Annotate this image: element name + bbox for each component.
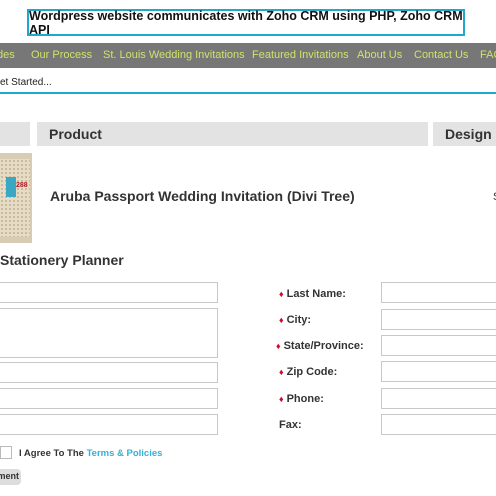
terms-agreement: I Agree To The Terms & Policies [19,448,162,459]
fax-field[interactable] [381,414,496,435]
main-nav: des Our Process St. Louis Wedding Invita… [0,43,496,68]
last-name-label: ♦ Last Name: [279,288,346,300]
table-header-design: Design F [433,122,496,146]
breadcrumb: et Started... [0,68,496,94]
address-line-2-field[interactable] [0,362,218,383]
required-marker: ♦ [276,341,281,351]
required-marker: ♦ [279,289,284,299]
city-label-text: City: [286,314,312,326]
zip-label: ♦ Zip Code: [279,366,337,378]
product-name: Aruba Passport Wedding Invitation (Divi … [50,188,355,204]
nav-item-featured-invitations[interactable]: Featured Invitations [252,49,349,61]
banner-title: Wordpress website communicates with Zoho… [29,8,463,37]
state-label-text: State/Province: [283,340,364,352]
phone-field[interactable] [381,388,496,409]
submit-button-label: ment [0,471,19,481]
thumbnail-number: 288 [16,182,28,189]
table-header-product: Product [37,122,428,146]
required-marker: ♦ [279,315,284,325]
passport-stamp-graphic [6,177,16,197]
terms-policies-link[interactable]: Terms & Policies [87,448,163,459]
last-name-label-text: Last Name: [286,288,346,300]
nav-item-contact-us[interactable]: Contact Us [414,49,468,61]
submit-button[interactable]: ment [0,469,21,485]
form-section-title: Stationery Planner [0,252,124,268]
fax-label: Fax: [279,419,302,431]
nav-item-about-us[interactable]: About Us [357,49,402,61]
email-field[interactable] [0,414,218,435]
product-thumbnail[interactable]: 288 [0,153,32,243]
required-marker: ♦ [279,394,284,404]
table-header-design-label: Design F [445,126,496,142]
nav-item-guides[interactable]: des [0,49,15,61]
last-name-field[interactable] [381,282,496,303]
table-header-product-label: Product [49,126,102,142]
country-field[interactable] [0,388,218,409]
nav-item-st-louis-wedding-invitations[interactable]: St. Louis Wedding Invitations [103,49,245,61]
nav-item-our-process[interactable]: Our Process [31,49,92,61]
breadcrumb-text: et Started... [0,77,52,88]
nav-item-faq[interactable]: FAQ [480,49,496,61]
zip-field[interactable] [381,361,496,382]
terms-agreement-text: I Agree To The [19,448,87,459]
address-field[interactable] [0,308,218,358]
city-label: ♦ City: [279,314,311,326]
zip-label-text: Zip Code: [286,366,338,378]
phone-label: ♦ Phone: [279,393,324,405]
phone-label-text: Phone: [286,393,324,405]
terms-checkbox[interactable] [0,446,12,459]
state-label: ♦ State/Province: [276,340,364,352]
required-marker: ♦ [279,367,284,377]
table-header-blank [0,122,30,146]
invitation-card-image [0,159,30,237]
page-banner: Wordpress website communicates with Zoho… [27,8,465,37]
city-field[interactable] [381,309,496,330]
first-name-field[interactable] [0,282,218,303]
state-field[interactable] [381,335,496,356]
